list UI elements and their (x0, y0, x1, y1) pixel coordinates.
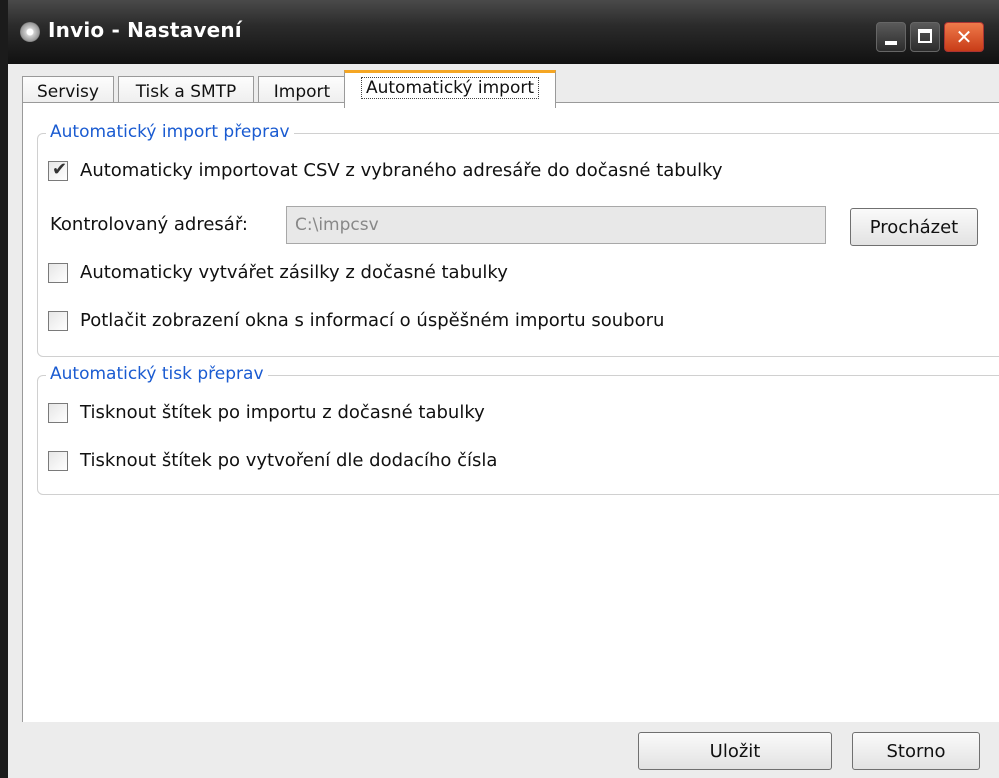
minimize-button[interactable] (876, 22, 906, 52)
print-after-create-checkbox[interactable]: Tisknout štítek po vytvoření dle dodacíh… (48, 450, 497, 471)
gear-icon (20, 22, 40, 42)
checkbox[interactable] (48, 450, 68, 471)
checkbox-label: Automaticky importovat CSV z vybraného a… (80, 160, 723, 181)
auto-create-checkbox[interactable]: Automaticky vytvářet zásilky z dočasné t… (48, 262, 508, 283)
cancel-button[interactable]: Storno (852, 732, 980, 770)
directory-label: Kontrolovaný adresář: (50, 214, 248, 235)
checkbox[interactable] (48, 310, 68, 331)
checkbox[interactable] (48, 402, 68, 423)
settings-window: Invio - Nastavení ✕ Servisy Tisk a SMTP … (0, 0, 999, 778)
tab-label: Automatický import (360, 77, 540, 99)
checkbox-label: Tisknout štítek po importu z dočasné tab… (80, 402, 485, 423)
group-title: Automatický import přeprav (46, 122, 294, 142)
title-bar[interactable]: Invio - Nastavení ✕ (8, 0, 999, 64)
suppress-window-checkbox[interactable]: Potlačit zobrazení okna s informací o ús… (48, 310, 664, 331)
save-button[interactable]: Uložit (638, 732, 832, 770)
close-button[interactable]: ✕ (944, 22, 984, 52)
checkbox-label: Potlačit zobrazení okna s informací o ús… (80, 310, 665, 331)
group-title: Automatický tisk přeprav (46, 364, 268, 384)
print-after-import-checkbox[interactable]: Tisknout štítek po importu z dočasné tab… (48, 402, 485, 423)
browse-button[interactable]: Procházet (850, 208, 978, 246)
minimize-icon (885, 41, 897, 45)
window-title: Invio - Nastavení (48, 18, 242, 42)
tab-automaticky-import[interactable]: Automatický import (344, 70, 556, 108)
auto-import-group: Automatický import přeprav ✔ Automaticky… (37, 122, 999, 357)
auto-import-csv-checkbox[interactable]: ✔ Automaticky importovat CSV z vybraného… (48, 158, 723, 181)
directory-input[interactable] (286, 206, 826, 244)
auto-print-group: Automatický tisk přeprav Tisknout štítek… (37, 364, 999, 495)
close-icon: ✕ (955, 25, 973, 49)
checkbox-label: Tisknout štítek po vytvoření dle dodacíh… (80, 450, 498, 471)
checkmark-icon: ✔ (52, 158, 68, 180)
checkbox[interactable] (48, 262, 68, 283)
checkbox[interactable]: ✔ (48, 158, 68, 181)
tab-panel: Automatický import přeprav ✔ Automaticky… (22, 102, 999, 722)
checkbox-label: Automaticky vytvářet zásilky z dočasné t… (80, 262, 508, 283)
dialog-footer: Uložit Storno (16, 722, 999, 778)
maximize-icon (918, 29, 932, 43)
maximize-button[interactable] (910, 22, 940, 52)
